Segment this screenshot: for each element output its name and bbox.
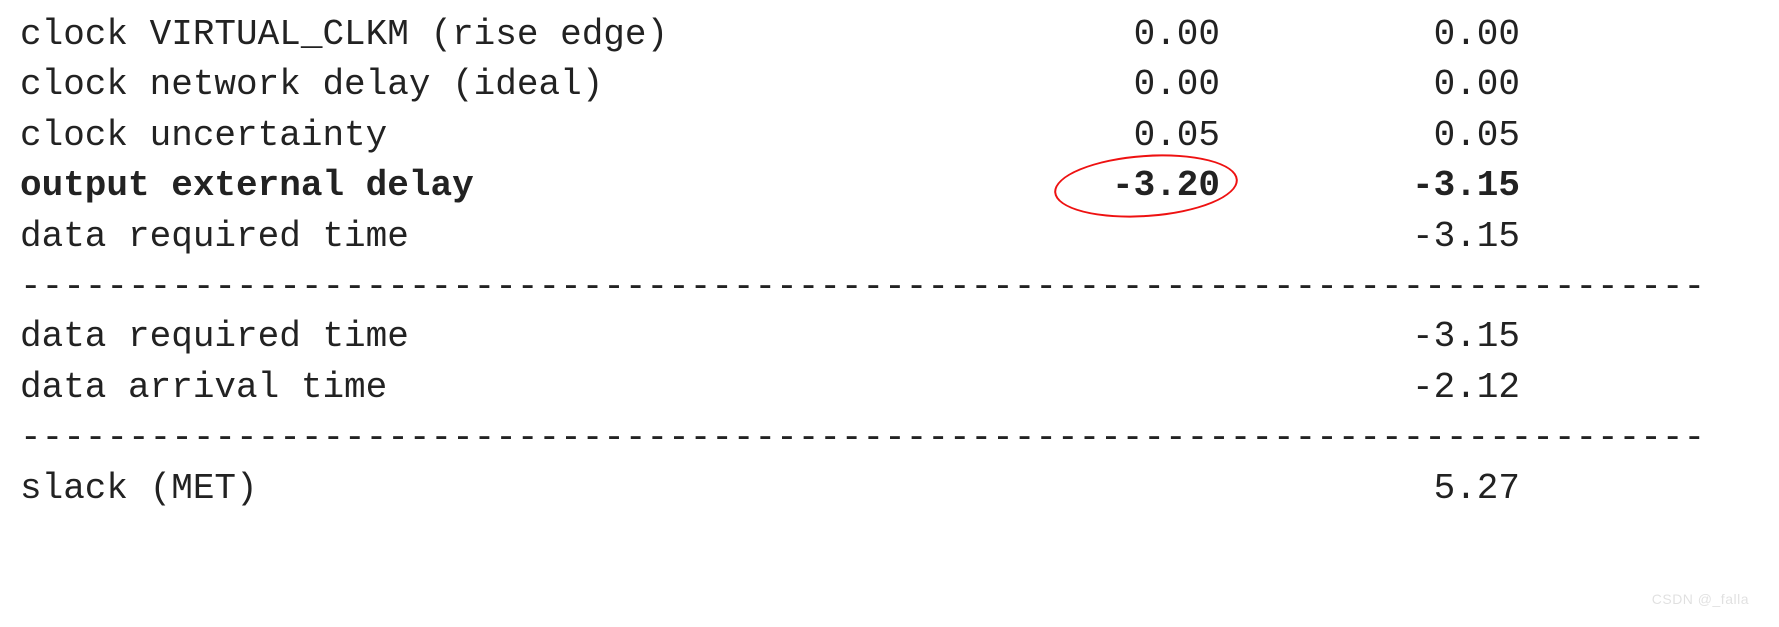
dash-divider: ----------------------------------------… xyxy=(20,262,1760,312)
row-col2: -3.15 xyxy=(1220,212,1520,262)
row-col2: 0.00 xyxy=(1220,10,1520,60)
dash-divider: ----------------------------------------… xyxy=(20,413,1760,463)
row-col2: -3.15 xyxy=(1220,312,1520,362)
row-col2: 5.27 xyxy=(1220,464,1520,514)
report-row: data required time -3.15 xyxy=(20,312,1760,362)
divider-row: ----------------------------------------… xyxy=(20,262,1760,312)
timing-report: clock VIRTUAL_CLKM (rise edge) 0.00 0.00… xyxy=(20,10,1760,514)
row-label: slack (MET) xyxy=(20,464,920,514)
report-row-output-external-delay: output external delay -3.20 -3.15 xyxy=(20,161,1760,211)
row-col1: 0.00 xyxy=(920,60,1220,110)
report-row-slack: slack (MET) 5.27 xyxy=(20,464,1760,514)
row-label: output external delay xyxy=(20,161,920,211)
row-col1: 0.00 xyxy=(920,10,1220,60)
report-row: clock uncertainty 0.05 0.05 xyxy=(20,111,1760,161)
row-col2: -2.12 xyxy=(1220,363,1520,413)
report-row: data arrival time -2.12 xyxy=(20,363,1760,413)
watermark-text: CSDN @_falla xyxy=(1652,591,1749,607)
circled-value: -3.20 xyxy=(1112,165,1220,206)
divider-row: ----------------------------------------… xyxy=(20,413,1760,463)
row-label: clock uncertainty xyxy=(20,111,920,161)
report-row: clock VIRTUAL_CLKM (rise edge) 0.00 0.00 xyxy=(20,10,1760,60)
row-col2: 0.00 xyxy=(1220,60,1520,110)
row-label: clock network delay (ideal) xyxy=(20,60,920,110)
row-label: clock VIRTUAL_CLKM (rise edge) xyxy=(20,10,920,60)
row-label: data required time xyxy=(20,312,920,362)
row-col1: -3.20 xyxy=(920,161,1220,211)
row-label: data arrival time xyxy=(20,363,920,413)
report-row: data required time -3.15 xyxy=(20,212,1760,262)
row-col2: 0.05 xyxy=(1220,111,1520,161)
row-col2: -3.15 xyxy=(1220,161,1520,211)
row-label: data required time xyxy=(20,212,920,262)
row-col1: 0.05 xyxy=(920,111,1220,161)
report-row: clock network delay (ideal) 0.00 0.00 xyxy=(20,60,1760,110)
